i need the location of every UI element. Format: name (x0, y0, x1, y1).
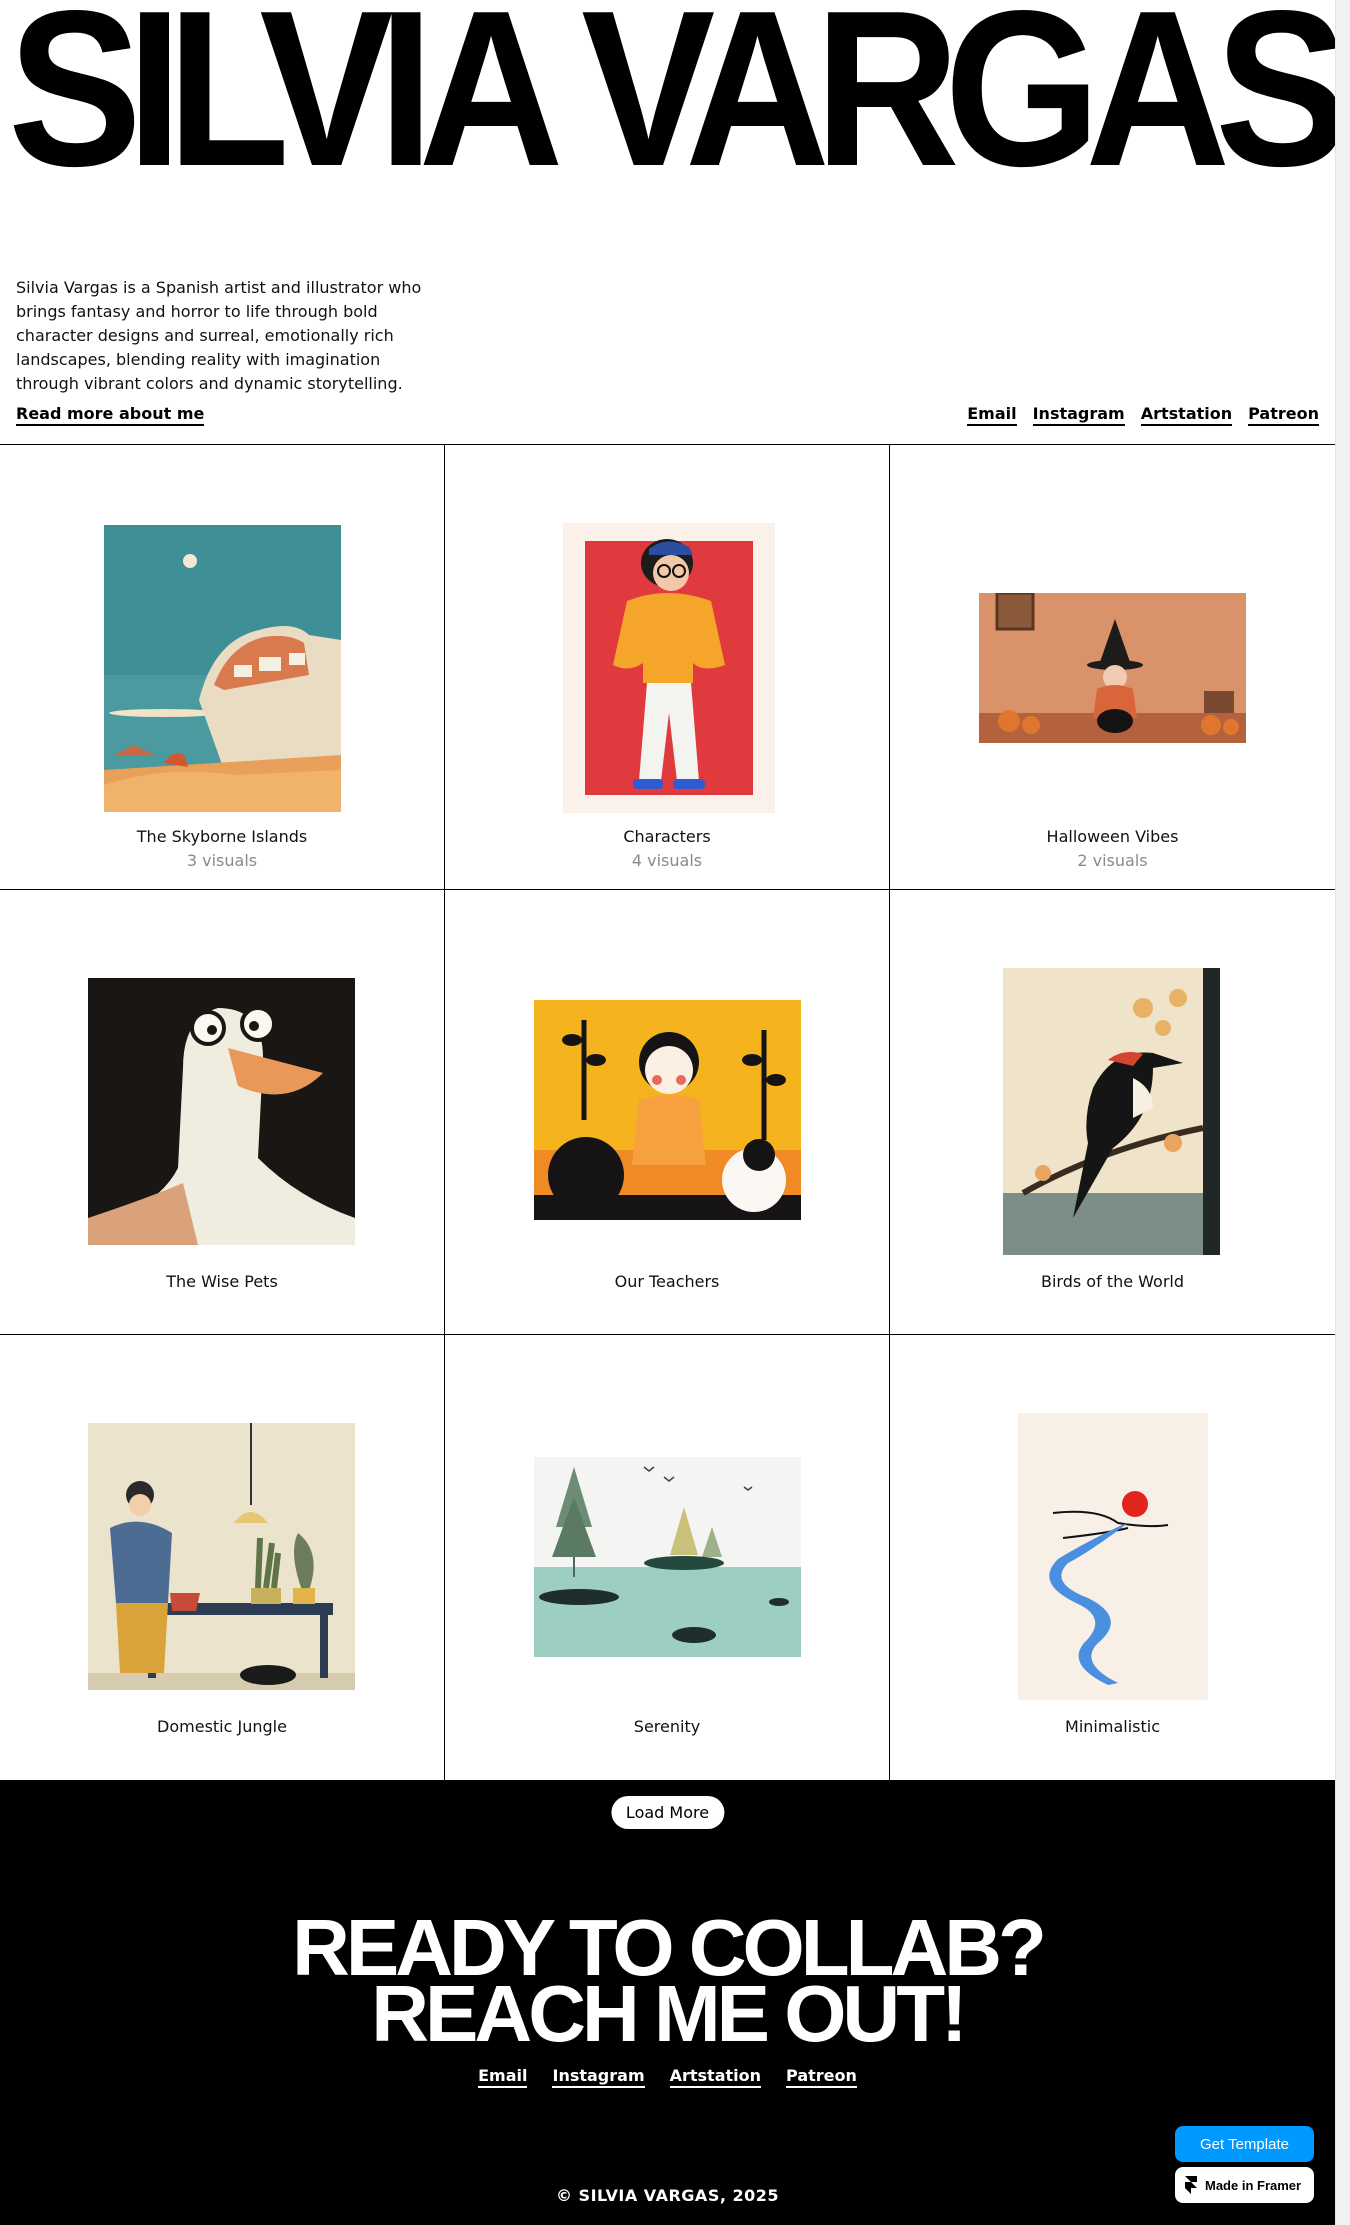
footer: Load More READY TO COLLAB? REACH ME OUT!… (0, 1780, 1335, 2225)
gallery-count: 2 visuals (1077, 851, 1148, 870)
footer-social-links: Email Instagram Artstation Patreon (0, 2066, 1335, 2088)
gallery-title: The Skyborne Islands (136, 827, 308, 846)
island-illustration-icon (104, 525, 341, 812)
load-more-button[interactable]: Load More (610, 1796, 725, 1829)
gallery-card-our-teachers[interactable]: Our Teachers (445, 890, 890, 1335)
gallery-title: Our Teachers (614, 1272, 720, 1291)
artstation-link[interactable]: Artstation (1140, 404, 1233, 426)
gallery-card-birds-of-the-world[interactable]: Birds of the World (890, 890, 1335, 1335)
footer-email-link[interactable]: Email (478, 2066, 528, 2088)
page: SILVIA VARGAS Silvia Vargas is a Spanish… (0, 0, 1335, 2225)
teacher-illustration-icon (534, 1000, 801, 1220)
patreon-link[interactable]: Patreon (1248, 404, 1319, 426)
cta-line-2: REACH ME OUT! (371, 1969, 967, 2058)
made-in-framer-label: Made in Framer (1205, 2177, 1302, 2193)
gallery-card-domestic-jungle[interactable]: Domestic Jungle (0, 1335, 445, 1781)
cta-heading: READY TO COLLAB? REACH ME OUT! (0, 1908, 1335, 2058)
gallery-title: Halloween Vibes (1046, 827, 1179, 846)
read-more-link[interactable]: Read more about me (16, 404, 205, 426)
gallery-count: 3 visuals (186, 851, 258, 870)
gallery-title: Birds of the World (1041, 1272, 1184, 1291)
copyright: © SILVIA VARGAS, 2025 (555, 2186, 780, 2205)
lake-illustration-icon (534, 1457, 801, 1657)
gallery-card-characters[interactable]: Characters 4 visuals (445, 445, 890, 890)
get-template-button[interactable]: Get Template (1175, 2126, 1314, 2162)
gallery-title: Minimalistic (1065, 1717, 1160, 1736)
gallery-title: Serenity (633, 1717, 701, 1736)
plants-illustration-icon (88, 1423, 355, 1690)
email-link[interactable]: Email (967, 404, 1017, 426)
gallery-card-serenity[interactable]: Serenity (445, 1335, 890, 1781)
site-title: SILVIA VARGAS (0, 0, 1335, 185)
gallery-card-the-wise-pets[interactable]: The Wise Pets (0, 890, 445, 1335)
witch-illustration-icon (979, 593, 1246, 743)
goose-illustration-icon (88, 978, 355, 1245)
footer-instagram-link[interactable]: Instagram (552, 2066, 645, 2088)
made-in-framer-badge[interactable]: Made in Framer (1175, 2167, 1314, 2203)
woodpecker-illustration-icon (1003, 968, 1220, 1255)
river-sun-illustration-icon (1018, 1413, 1208, 1700)
gallery-card-minimalistic[interactable]: Minimalistic (890, 1335, 1335, 1781)
gallery-card-skyborne-islands[interactable]: The Skyborne Islands 3 visuals (0, 445, 445, 890)
gallery-card-halloween-vibes[interactable]: Halloween Vibes 2 visuals (890, 445, 1335, 890)
footer-artstation-link[interactable]: Artstation (669, 2066, 762, 2088)
framer-logo-icon (1185, 2176, 1197, 2194)
header-social-links: Email Instagram Artstation Patreon (967, 404, 1319, 426)
gallery-grid: The Skyborne Islands 3 visuals Character… (0, 444, 1335, 1781)
gallery-title: Domestic Jungle (157, 1717, 287, 1736)
gallery-title: The Wise Pets (166, 1272, 278, 1291)
scrollbar[interactable] (1335, 0, 1350, 2225)
site-title-text: SILVIA VARGAS (8, 0, 1335, 185)
character-illustration-icon (563, 523, 775, 813)
gallery-count: 4 visuals (631, 851, 703, 870)
gallery-title: Characters (623, 827, 711, 846)
artist-bio: Silvia Vargas is a Spanish artist and il… (16, 278, 422, 393)
footer-patreon-link[interactable]: Patreon (786, 2066, 857, 2088)
instagram-link[interactable]: Instagram (1032, 404, 1125, 426)
